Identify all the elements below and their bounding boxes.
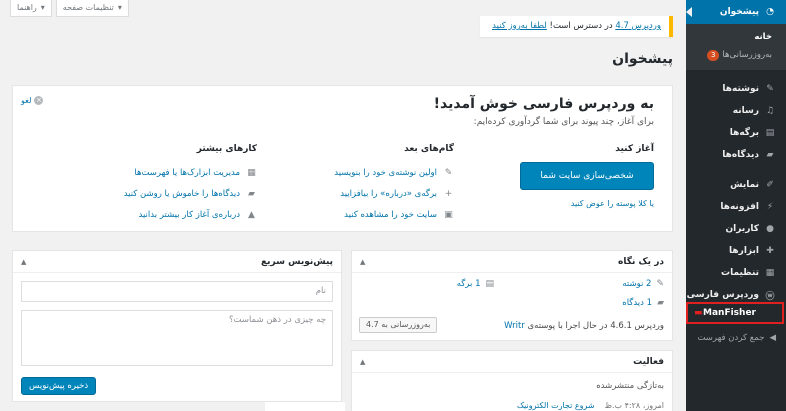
chevron-down-icon: ▾ (117, 3, 122, 12)
pages-icon: ▤ (485, 279, 494, 289)
box-header: پیش‌نویس سریع ▲ (13, 251, 341, 273)
activity-row: امروز، ۴:۲۸ ب.ظ شروع تجارت الکترونیک (516, 401, 664, 410)
close-icon: × (34, 96, 44, 105)
pages-icon: ▤ (765, 128, 775, 138)
menu-media[interactable]: ♫ رسانه (686, 100, 786, 122)
plus-icon: + (444, 188, 453, 199)
update-notice: وردپرس 4.7 در دسترس است! لطفا به‌روز کنی… (480, 16, 673, 37)
menu-pages[interactable]: ▤ برگه‌ها (686, 122, 786, 144)
admin-sidebar: ◔ پیشخوان خانه به‌روزرسانی‌ها3 ✎ نوشته‌ها … (686, 0, 786, 411)
menu-appearance[interactable]: ✐ نمایش (686, 174, 786, 196)
page-title: پیشخوان (612, 51, 673, 67)
toggle-comments-link[interactable]: ▰ دیدگاه‌ها را خاموش یا روشن کنید (87, 183, 257, 204)
plugin-icon: ⚡ (766, 202, 774, 212)
menu-settings[interactable]: ▦ تنظیمات (686, 262, 786, 284)
screen-meta-links: راهنما ▾ تنظیمات صفحه ▾ (10, 0, 129, 17)
learn-more-link[interactable]: ▲ درباره‌ی آغاز کار بیشتر بدانید (87, 204, 257, 225)
welcome-title: به وردپرس فارسی خوش آمدید! (433, 96, 654, 112)
recently-published-heading: به‌تازگی منتشرشده (596, 381, 664, 391)
theme-link[interactable]: Writr (504, 321, 525, 331)
box-header: در یک نگاه ▲ (352, 251, 672, 273)
menu-tools[interactable]: ✚ ابزارها (686, 240, 786, 262)
menu-dashboard[interactable]: ◔ پیشخوان (686, 0, 786, 24)
draft-content-textarea[interactable]: چه چیزی در ذهن شماست؟ (21, 310, 333, 366)
toggle-arrow-icon[interactable]: ▲ (21, 258, 26, 266)
comment-icon: ▰ (657, 298, 664, 308)
save-draft-button[interactable]: ذخیره پیش‌نویس (21, 377, 97, 395)
wrench-icon: ✚ (766, 246, 774, 256)
draft-title-input[interactable]: نام (21, 281, 333, 302)
menu-comments[interactable]: ▰ دیدگاه‌ها (686, 144, 786, 166)
widgets-icon: ▦ (247, 167, 256, 178)
version-info: وردپرس 4.6.1 در حال اجرا با پوسته‌ی Writ… (504, 321, 664, 331)
box-header: فعالیت ▲ (352, 351, 672, 373)
at-a-glance-box: در یک نگاه ▲ ✎ 2 نوشته ▤ 1 برگه ▰ 1 دیدگاه و… (351, 250, 673, 341)
get-started-heading: آغاز کنید (615, 144, 654, 154)
next-steps-heading: گام‌های بعد (404, 144, 454, 154)
manage-widgets-link[interactable]: ▦ مدیریت ابزارک‌ها یا فهرست‌ها (87, 162, 257, 183)
update-version-button[interactable]: به‌روزرسانی به 4.7 (359, 317, 438, 333)
add-about-page-link[interactable]: + برگه‌ی «درباره» را بیافزایید (284, 183, 454, 204)
welcome-panel: به وردپرس فارسی خوش آمدید! برای آغاز، چن… (12, 85, 673, 232)
get-started-column: آغاز کنید شخصی‌سازی سایت شما یا کلا پوست… (494, 144, 654, 208)
wordpress-icon: ⓦ (765, 291, 775, 302)
chevron-down-icon: ▾ (40, 3, 45, 12)
view-site-link[interactable]: ▣ سایت خود را مشاهده کنید (284, 204, 454, 225)
manfisher-icon: ▬ (694, 308, 703, 318)
welcome-subtitle: برای آغاز، چند پیوند برای شما گردآوری کر… (473, 117, 654, 127)
help-tab[interactable]: راهنما ▾ (10, 0, 52, 17)
pin-icon: ✎ (656, 279, 664, 289)
toggle-arrow-icon[interactable]: ▲ (360, 358, 365, 366)
screen-options-tab[interactable]: تنظیمات صفحه ▾ (55, 0, 129, 17)
more-actions-heading: کارهای بیشتر (196, 144, 257, 154)
media-icon: ♫ (765, 106, 775, 116)
activity-box: فعالیت ▲ به‌تازگی منتشرشده امروز، ۴:۲۸ ب.… (351, 350, 673, 411)
updates-count-badge: 3 (706, 50, 720, 61)
settings-icon: ▦ (765, 268, 775, 278)
collapse-menu[interactable]: ◀ جمع کردن فهرست (686, 329, 786, 347)
toggle-arrow-icon[interactable]: ▲ (360, 258, 365, 266)
wp-admin-page: ◔ پیشخوان خانه به‌روزرسانی‌ها3 ✎ نوشته‌ها … (0, 0, 786, 411)
dismiss-button[interactable]: × لغو (21, 96, 44, 105)
quick-draft-box: پیش‌نویس سریع ▲ نام چه چیزی در ذهن شماست؟… (12, 250, 342, 402)
wp-version-link[interactable]: وردپرس 4.7 (615, 21, 661, 31)
write-post-link[interactable]: ✎ اولین نوشته‌ی خود را بنویسید (284, 162, 454, 183)
user-icon: ● (766, 224, 774, 234)
dashboard-submenu: خانه به‌روزرسانی‌ها3 (686, 24, 786, 70)
collapse-icon: ◀ (769, 333, 776, 343)
more-actions-column: کارهای بیشتر ▦ مدیریت ابزارک‌ها یا فهرست‌… (87, 144, 257, 225)
submenu-home[interactable]: خانه (686, 28, 786, 46)
customize-site-button[interactable]: شخصی‌سازی سایت شما (520, 162, 654, 190)
white-strip (265, 402, 345, 411)
menu-users[interactable]: ● کاربران (686, 218, 786, 240)
menu-posts[interactable]: ✎ نوشته‌ها (686, 78, 786, 100)
activity-post-link[interactable]: شروع تجارت الکترونیک (517, 401, 595, 410)
submenu-updates[interactable]: به‌روزرسانی‌ها3 (686, 46, 786, 64)
edit-icon: ✎ (444, 167, 453, 178)
brush-icon: ✐ (766, 180, 774, 190)
change-theme-link[interactable]: یا کلا پوسته را عوض کنید (494, 199, 654, 208)
pages-count-link[interactable]: ▤ 1 برگه (457, 279, 494, 289)
next-steps-column: گام‌های بعد ✎ اولین نوشته‌ی خود را بنویسی… (284, 144, 454, 225)
menu-plugins[interactable]: ⚡ افزونه‌ها (686, 196, 786, 218)
posts-count-link[interactable]: ✎ 2 نوشته (622, 279, 664, 289)
dashboard-icon: ◔ (766, 7, 774, 17)
comments-icon: ▰ (248, 188, 255, 199)
pin-icon: ✎ (766, 84, 774, 94)
update-now-link[interactable]: لطفا به‌روز کنید (492, 21, 547, 31)
view-icon: ▣ (444, 209, 453, 220)
menu-manfisher[interactable]: ▬ ManFisher (686, 302, 784, 324)
graduation-icon: ▲ (248, 209, 255, 220)
comments-count-link[interactable]: ▰ 1 دیدگاه (622, 298, 664, 308)
comment-icon: ▰ (766, 150, 774, 160)
